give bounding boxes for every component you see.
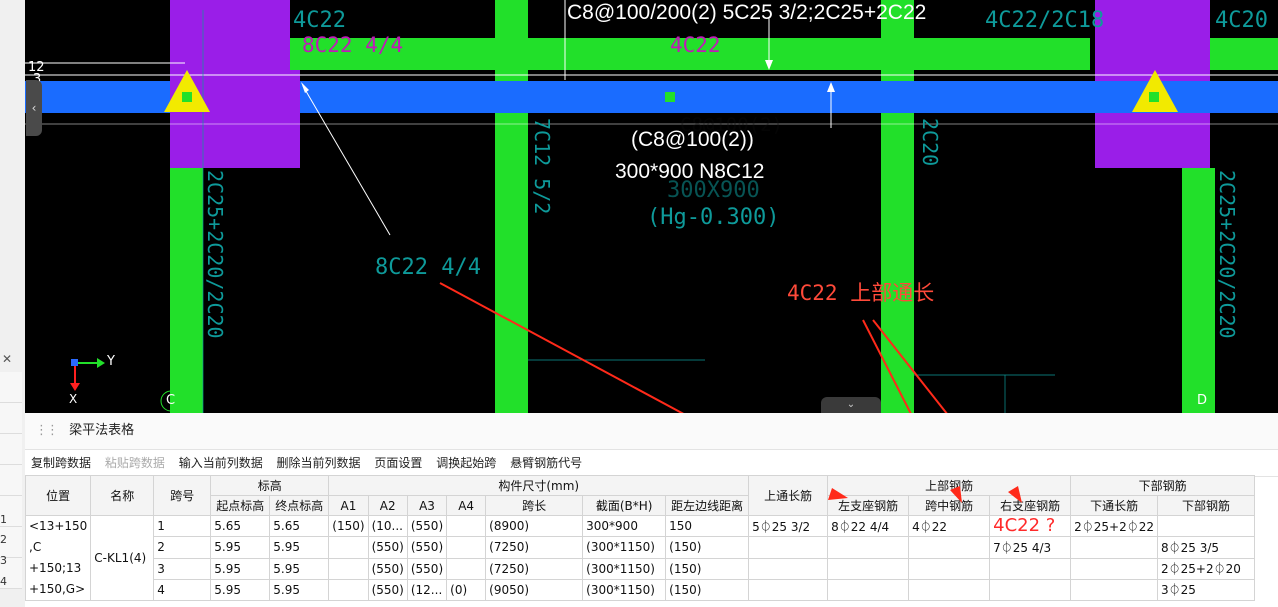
- header-elevation: 标高: [210, 475, 330, 496]
- header-span: 跨号: [153, 475, 212, 516]
- cad-canvas[interactable]: C8@100/200(2) 5C25 3/2;2C25+2C22 4C22 4C…: [25, 0, 1278, 413]
- center-stirrup-text: (C8@100(2)): [631, 128, 754, 151]
- delete-column-data-button[interactable]: 删除当前列数据: [277, 456, 361, 470]
- top-label-left: 4C22: [293, 8, 346, 33]
- input-column-data-button[interactable]: 输入当前列数据: [179, 456, 263, 470]
- green-col-mid1: [495, 0, 528, 413]
- top-label-right1: 4C22/2C18: [985, 8, 1105, 33]
- top-label-right2: 4C20: [1215, 8, 1268, 33]
- header-span-length: 跨长: [485, 495, 584, 516]
- table-row[interactable]: 2 5.95 5.95 (550) (550) (7250) (300*1150…: [26, 536, 1256, 559]
- header-top-through: 上通长筋: [748, 475, 829, 516]
- header-left-support: 左支座钢筋: [827, 495, 910, 516]
- row-number: 3: [0, 554, 7, 567]
- vertical-label-mid2: 2C20: [918, 118, 942, 167]
- header-a1: A1: [328, 495, 369, 516]
- panel-title: 梁平法表格: [69, 423, 135, 438]
- header-a4: A4: [446, 495, 487, 516]
- header-mid: 跨中钢筋: [908, 495, 991, 516]
- close-icon[interactable]: ✕: [2, 352, 12, 366]
- header-name: 名称: [90, 475, 155, 516]
- top-rebar-annotation: C8@100/200(2) 5C25 3/2;2C25+2C22: [567, 1, 927, 24]
- header-bottom-through: 下通长筋: [1070, 495, 1159, 516]
- header-lower-rebar: 下部钢筋: [1070, 475, 1256, 496]
- drag-grip-icon[interactable]: ⋮⋮: [35, 423, 59, 438]
- name-cell[interactable]: C-KL1(4): [90, 515, 155, 601]
- axis-c-label: C: [166, 393, 176, 408]
- axis-y-label: Y: [107, 354, 115, 369]
- row-number: 1: [0, 513, 7, 526]
- beam-table-panel: ⋮⋮ 梁平法表格 复制跨数据 粘贴跨数据 输入当前列数据 删除当前列数据 页面设…: [0, 413, 1278, 607]
- header-a3: A3: [406, 495, 448, 516]
- vertical-label-right: 2C25+2C20/2C20: [1215, 170, 1239, 339]
- table-row[interactable]: 4 5.95 5.95 (550) (12... (0) (9050) (300…: [26, 578, 1256, 602]
- ghost-text-3: 300X900: [667, 178, 760, 203]
- blue-beam[interactable]: [300, 81, 1278, 113]
- header-upper-rebar: 上部钢筋: [827, 475, 1072, 496]
- magenta-label-left: 8C22 4/4: [302, 33, 404, 57]
- header-distance: 距左边线距离: [665, 495, 750, 516]
- magenta-label-mid: 4C22: [670, 33, 721, 57]
- swap-start-span-button[interactable]: 调换起始跨: [436, 456, 496, 470]
- row-number: 4: [0, 575, 7, 588]
- panel-title-bar: ⋮⋮ 梁平法表格: [25, 413, 1278, 450]
- panel-toggle-handle[interactable]: ⌄: [821, 397, 881, 413]
- header-dimensions: 构件尺寸(mm): [328, 475, 750, 496]
- table-row[interactable]: <13+150 ,C +150;13 +150,G> C-KL1(4) 1 5.…: [24, 514, 1256, 601]
- header-right-support: 右支座钢筋: [989, 495, 1072, 516]
- axis-x-label: X: [69, 392, 78, 406]
- beam-grip[interactable]: [665, 92, 675, 102]
- header-section: 截面(B*H): [582, 495, 667, 516]
- axis-d-label: D: [1197, 393, 1208, 408]
- table-row[interactable]: 3 5.95 5.95 (550) (550) (7250) (300*1150…: [26, 557, 1256, 580]
- header-bottom: 下部钢筋: [1157, 495, 1256, 516]
- vertical-label-mid: 7C12 5/2: [530, 118, 554, 215]
- green-col-right: [1182, 168, 1215, 413]
- paste-span-data-button[interactable]: 粘贴跨数据: [105, 456, 165, 470]
- header-end-elev: 终点标高: [269, 495, 330, 516]
- blue-beam-left: [25, 81, 170, 113]
- green-col-left: [170, 168, 203, 413]
- ghost-text-4: (Hg-0.300): [647, 205, 780, 230]
- green-top-beam-right: [1210, 38, 1278, 70]
- right-support-question[interactable]: 4C22 ?: [989, 514, 1072, 538]
- header-start-elev: 起点标高: [210, 495, 271, 516]
- red-note: 4C22 上部通长: [787, 281, 935, 305]
- ucs-icon: [71, 359, 78, 366]
- header-position: 位置: [24, 475, 92, 516]
- header-a2: A2: [367, 495, 408, 516]
- column-left-top: [170, 0, 290, 70]
- copy-span-data-button[interactable]: 复制跨数据: [31, 456, 91, 470]
- page-setup-button[interactable]: 页面设置: [374, 456, 422, 470]
- panel-toolbar: 复制跨数据 粘贴跨数据 输入当前列数据 删除当前列数据 页面设置 调换起始跨 悬…: [25, 450, 1278, 477]
- row-number: 2: [0, 533, 7, 546]
- position-cell[interactable]: <13+150 ,C +150;13 +150,G>: [24, 515, 92, 601]
- cantilever-code-button[interactable]: 悬臂钢筋代号: [510, 456, 582, 470]
- collapse-left-panel-button[interactable]: ‹: [26, 80, 42, 136]
- vertical-label-left: 2C25+2C20/2C20: [203, 170, 227, 339]
- cyan-note-left: 8C22 4/4: [375, 255, 481, 280]
- beam-table: 位置 名称 跨号 标高 构件尺寸(mm) 上通长筋 上部钢筋 下部钢筋 起点标高…: [24, 475, 1256, 602]
